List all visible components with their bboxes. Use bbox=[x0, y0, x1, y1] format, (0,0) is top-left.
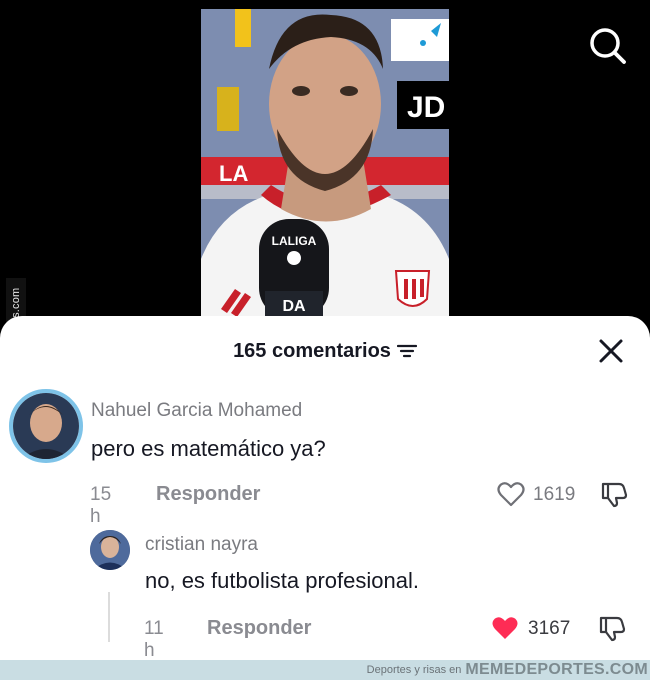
svg-text:LA: LA bbox=[219, 161, 248, 186]
like-count: 3167 bbox=[528, 618, 571, 639]
dislike-button[interactable] bbox=[600, 480, 628, 508]
comment-author[interactable]: Nahuel Garcia Mohamed bbox=[91, 400, 302, 422]
reply-thread-line bbox=[108, 592, 110, 642]
reply-button[interactable]: Responder bbox=[207, 617, 311, 640]
footer-tagline: Deportes y risas en bbox=[366, 664, 462, 676]
svg-text:JD: JD bbox=[407, 91, 445, 124]
reply-timestamp: 11 h bbox=[144, 618, 164, 661]
search-icon bbox=[590, 28, 626, 64]
comment-text: pero es matemático ya? bbox=[91, 436, 326, 461]
comment-timestamp: 15 h bbox=[90, 484, 112, 527]
user-photo-icon bbox=[13, 393, 79, 459]
sort-filter-icon[interactable] bbox=[396, 343, 417, 359]
reply-text: no, es futbolista profesional. bbox=[145, 568, 419, 593]
search-button[interactable] bbox=[586, 24, 630, 68]
like-button[interactable] bbox=[491, 615, 519, 641]
user-photo-icon bbox=[90, 530, 130, 570]
comments-header: 165 comentarios bbox=[0, 336, 650, 366]
footer-brand: MEMEDEPORTES.COM bbox=[465, 661, 648, 678]
dislike-button[interactable] bbox=[598, 614, 626, 642]
reply-button[interactable]: Responder bbox=[156, 483, 260, 506]
close-comments-button[interactable] bbox=[598, 338, 624, 364]
heart-outline-icon bbox=[497, 482, 525, 507]
footer-watermark: Deportes y risas en MEMEDEPORTES.COM bbox=[0, 660, 650, 680]
avatar[interactable] bbox=[90, 530, 130, 570]
thumbs-down-icon bbox=[601, 482, 628, 508]
thumbs-down-icon bbox=[599, 616, 626, 642]
reply-author[interactable]: cristian nayra bbox=[145, 534, 258, 556]
video-still-image: JD LA LALIGA DA bbox=[201, 9, 449, 318]
svg-text:LALIGA: LALIGA bbox=[272, 234, 317, 248]
video-player[interactable]: JD LA LALIGA DA bbox=[0, 0, 650, 318]
heart-filled-icon bbox=[492, 617, 518, 639]
like-count: 1619 bbox=[533, 484, 576, 505]
video-frame[interactable]: JD LA LALIGA DA bbox=[201, 9, 449, 318]
comment-count-label: 165 comentarios bbox=[233, 339, 391, 362]
avatar[interactable] bbox=[9, 389, 83, 463]
svg-text:DA: DA bbox=[282, 298, 306, 315]
like-button[interactable] bbox=[497, 481, 525, 507]
close-icon bbox=[599, 339, 623, 363]
